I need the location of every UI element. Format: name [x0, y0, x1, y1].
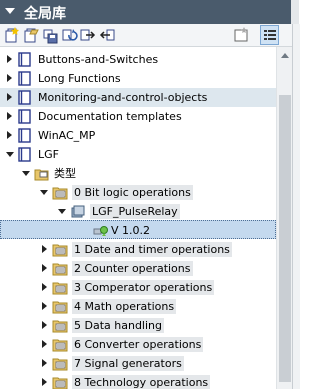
expand-arrow-icon[interactable] [42, 245, 47, 253]
tree-item-label: Monitoring-and-control-objects [38, 91, 208, 104]
expand-arrow-icon[interactable] [42, 321, 47, 329]
tree-item-label: Documentation templates [38, 110, 182, 123]
save-library-icon[interactable] [41, 26, 59, 44]
update-icon[interactable] [60, 26, 78, 44]
vertical-scrollbar[interactable] [276, 47, 293, 389]
tree-item-label: LGF [38, 148, 59, 161]
tree-item-bit-logic-operations[interactable]: 0 Bit logic operations [0, 183, 276, 202]
expand-arrow-icon[interactable] [7, 55, 12, 63]
expand-arrow-icon[interactable] [42, 378, 47, 386]
tree-item-comperator-operations[interactable]: 3 Comperator operations [0, 278, 276, 297]
panel-header: 全局库 [0, 0, 299, 24]
folder-icon [52, 261, 68, 276]
tree-item-data-handling[interactable]: 5 Data handling [0, 316, 276, 335]
tree-item-label: 3 Comperator operations [72, 280, 215, 295]
library-view-icon[interactable] [232, 26, 250, 44]
collapse-arrow-icon[interactable] [6, 152, 14, 157]
collapse-arrow-icon[interactable] [22, 171, 30, 176]
adjacent-pane-edge [291, 0, 299, 24]
collapse-arrow-icon[interactable] [40, 190, 48, 195]
tree-item-date-and-timer-operations[interactable]: 1 Date and timer operations [0, 240, 276, 259]
tree-item-converter-operations[interactable]: 6 Converter operations [0, 335, 276, 354]
tree-item-label: 0 Bit logic operations [72, 185, 193, 200]
book-open-icon [17, 147, 33, 162]
version-released-icon [93, 223, 109, 238]
tree-item-label: 6 Converter operations [72, 337, 204, 352]
tree-item-label: 8 Technology operations [72, 375, 211, 389]
tree-item-label: 类型 [54, 167, 76, 180]
tree-item-label: 5 Data handling [72, 318, 164, 333]
scroll-up-arrow-icon[interactable] [281, 53, 289, 58]
adjacent-pane [292, 24, 300, 389]
folder-icon [52, 337, 68, 352]
expand-arrow-icon[interactable] [42, 302, 47, 310]
tree-item-math-operations[interactable]: 4 Math operations [0, 297, 276, 316]
tree-item-label: 1 Date and timer operations [72, 242, 232, 257]
tree-item-version-1-0-2[interactable]: V 1.0.2 [0, 220, 276, 239]
tree-item-types[interactable]: 类型 [0, 164, 276, 183]
tree-item-long-functions[interactable]: Long Functions [0, 69, 276, 88]
collapse-chevron-icon[interactable] [5, 8, 15, 14]
panel-title: 全局库 [24, 6, 66, 22]
folder-icon [52, 318, 68, 333]
details-view-icon[interactable] [260, 25, 279, 45]
expand-arrow-icon[interactable] [42, 340, 47, 348]
expand-arrow-icon[interactable] [42, 264, 47, 272]
tree-item-label: 4 Math operations [72, 299, 177, 314]
folder-icon [52, 280, 68, 295]
global-library-tree: Buttons-and-Switches Long Functions Moni… [0, 47, 276, 389]
new-library-icon[interactable] [3, 26, 21, 44]
tree-item-label: Long Functions [38, 72, 121, 85]
tree-item-technology-operations[interactable]: 8 Technology operations [0, 373, 276, 389]
export-icon[interactable] [79, 26, 97, 44]
tree-item-label: Buttons-and-Switches [38, 53, 159, 66]
open-library-icon[interactable] [22, 26, 40, 44]
tree-item-lgf-pulserelay[interactable]: LGF_PulseRelay [0, 202, 276, 221]
import-icon[interactable] [98, 26, 116, 44]
folder-icon [52, 242, 68, 257]
folder-icon [52, 185, 68, 200]
tree-item-lgf[interactable]: LGF [0, 145, 276, 164]
tree-item-label: LGF_PulseRelay [90, 204, 180, 219]
tree-item-label: 2 Counter operations [72, 261, 193, 276]
tree-item-signal-generators[interactable]: 7 Signal generators [0, 354, 276, 373]
book-icon [17, 52, 33, 67]
book-icon [17, 128, 33, 143]
collapse-arrow-icon[interactable] [58, 209, 66, 214]
expand-arrow-icon[interactable] [7, 112, 12, 120]
tree-item-winac-mp[interactable]: WinAC_MP [0, 126, 276, 145]
tree-item-counter-operations[interactable]: 2 Counter operations [0, 259, 276, 278]
expand-arrow-icon[interactable] [7, 74, 12, 82]
folder-icon [52, 299, 68, 314]
tree-item-label: WinAC_MP [38, 129, 96, 142]
book-icon [17, 90, 33, 105]
tree-item-label: V 1.0.2 [111, 224, 151, 237]
types-folder-icon [34, 166, 50, 181]
library-toolbar [0, 24, 292, 47]
folder-icon [52, 375, 68, 389]
folder-icon [52, 356, 68, 371]
tree-item-monitoring-and-control-objects[interactable]: Monitoring-and-control-objects [0, 88, 276, 107]
function-block-type-icon [70, 204, 86, 219]
expand-arrow-icon[interactable] [7, 93, 12, 101]
expand-arrow-icon[interactable] [42, 359, 47, 367]
tree-item-documentation-templates[interactable]: Documentation templates [0, 107, 276, 126]
book-icon [17, 71, 33, 86]
scrollbar-thumb[interactable] [279, 95, 291, 382]
book-icon [17, 109, 33, 124]
expand-arrow-icon[interactable] [42, 283, 47, 291]
expand-arrow-icon[interactable] [7, 131, 12, 139]
tree-item-label: 7 Signal generators [72, 356, 184, 371]
tree-item-buttons-and-switches[interactable]: Buttons-and-Switches [0, 50, 276, 69]
